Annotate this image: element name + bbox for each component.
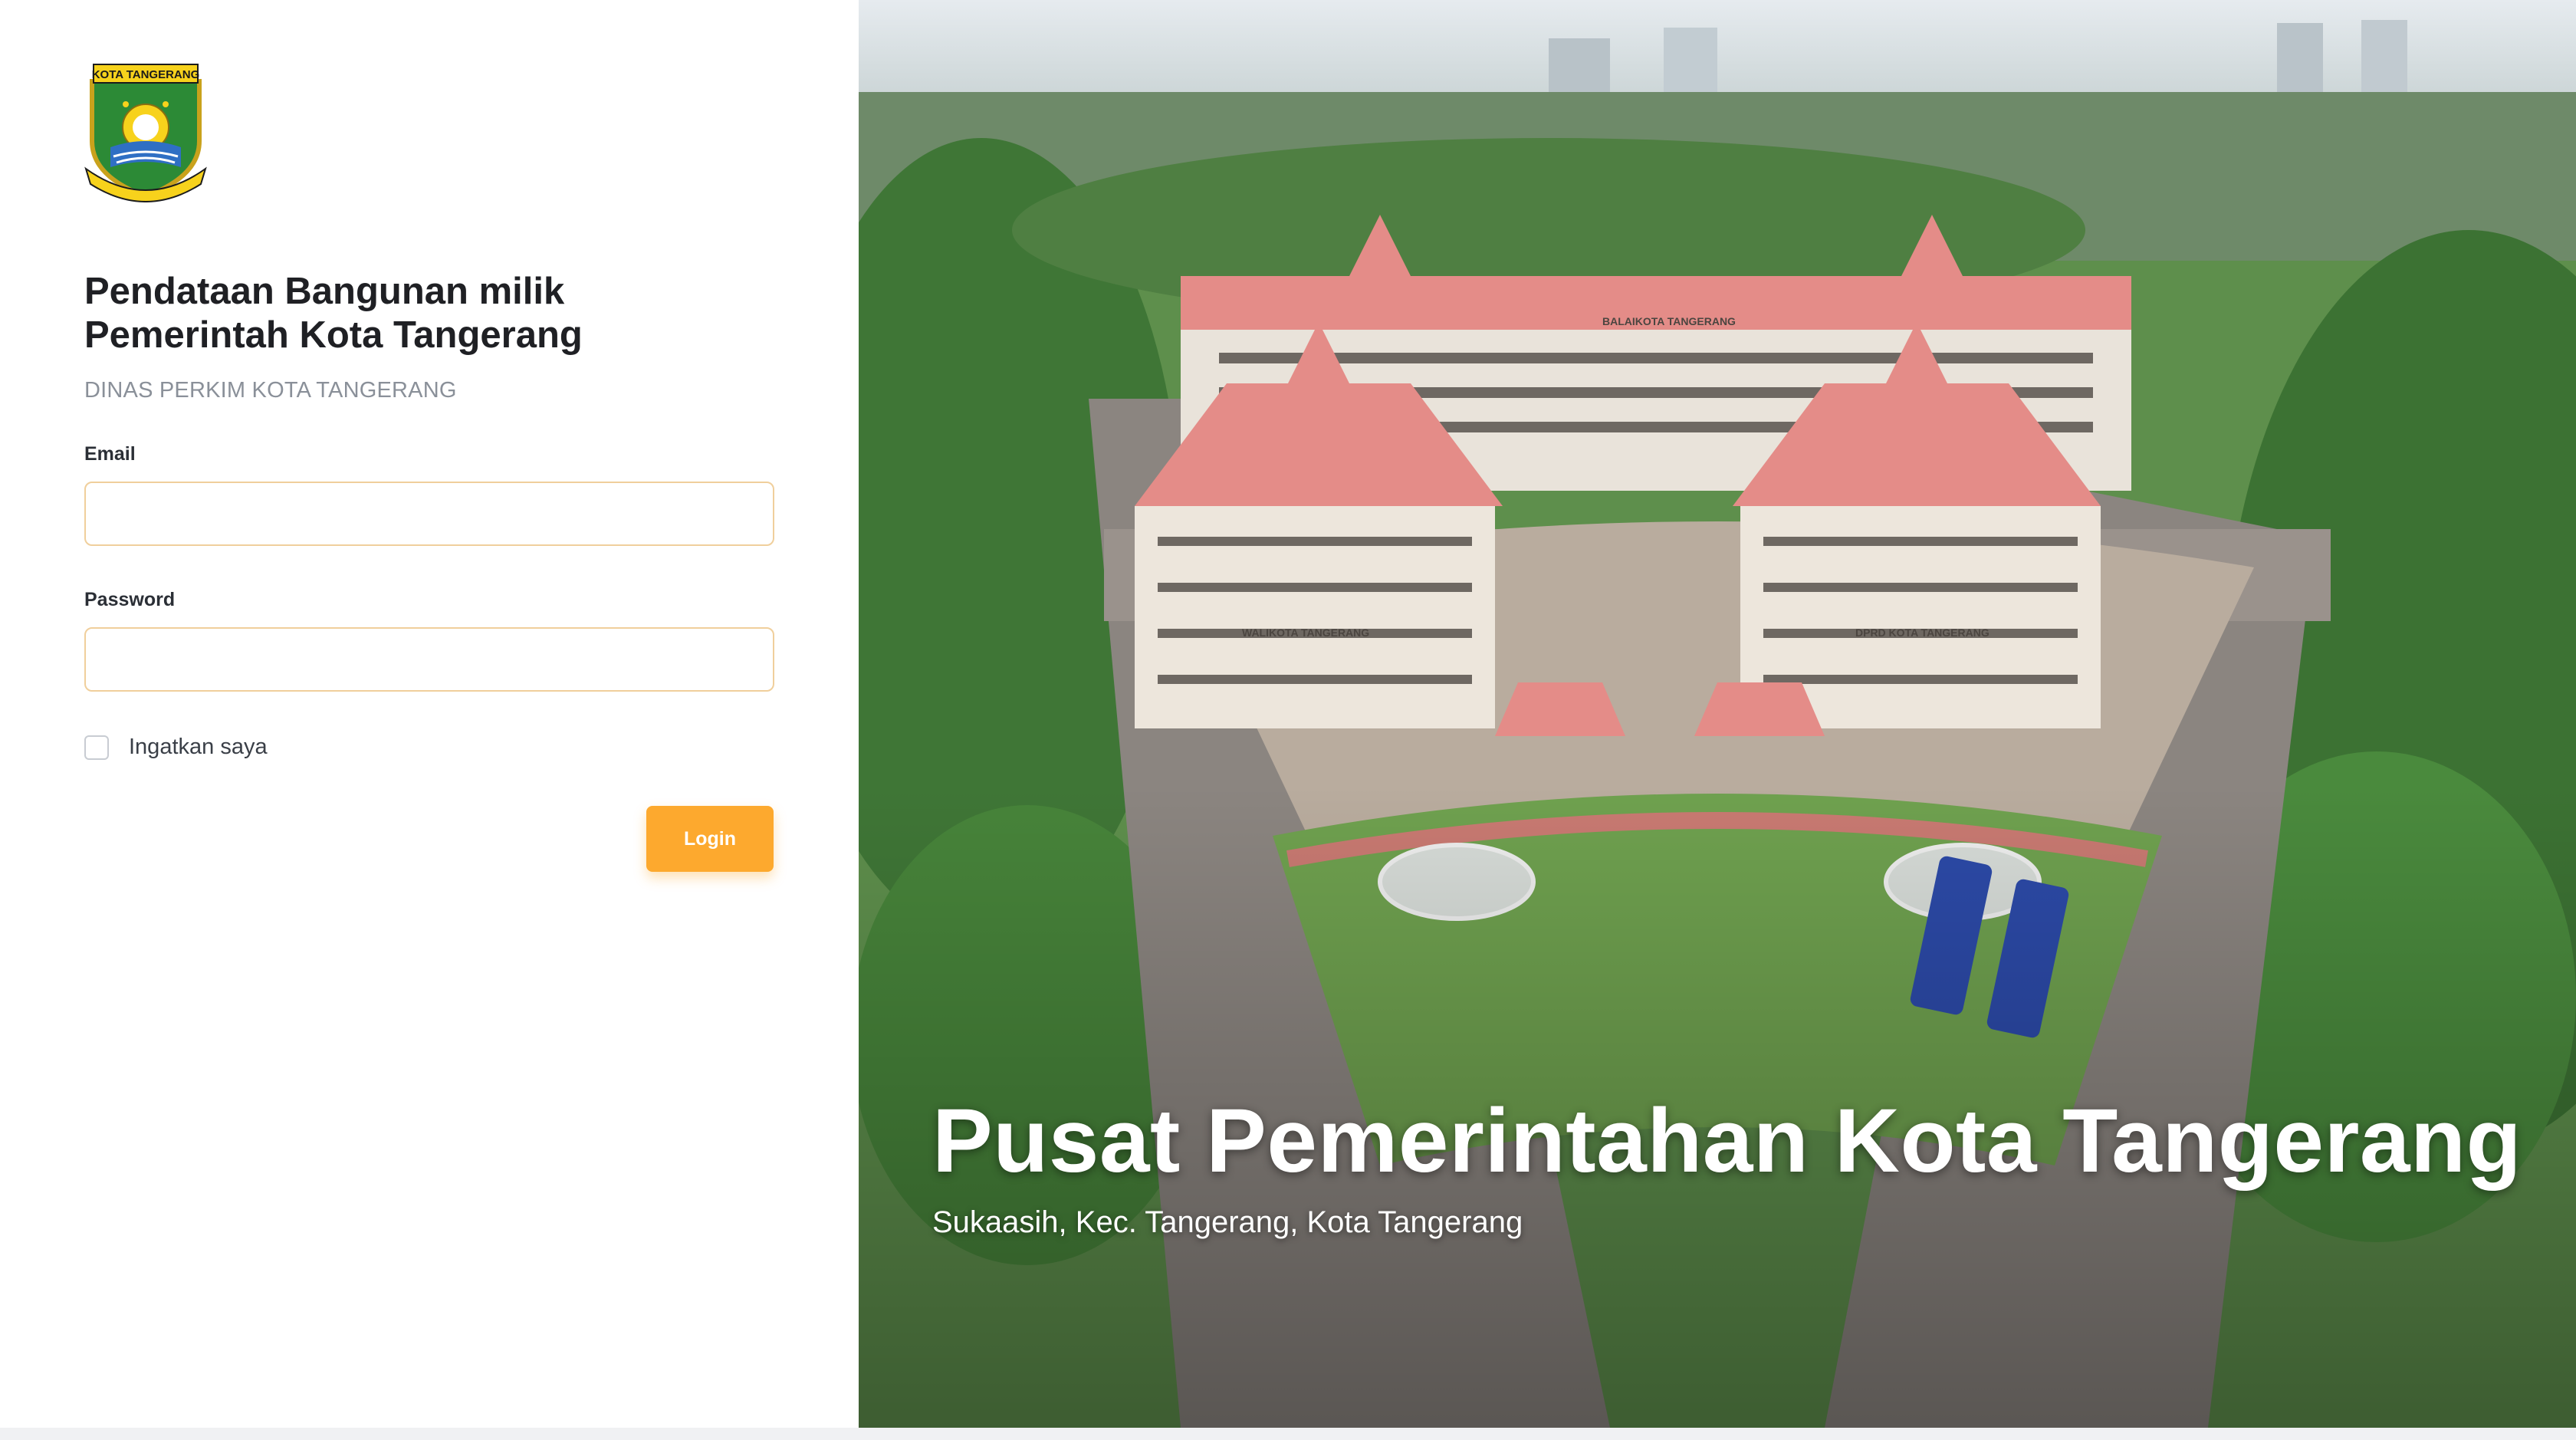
hero-subtitle: Sukaasih, Kec. Tangerang, Kota Tangerang	[932, 1205, 1523, 1239]
building-sign-walikota: WALIKOTA TANGERANG	[1242, 626, 1369, 639]
page-subtitle: DINAS PERKIM KOTA TANGERANG	[84, 378, 457, 403]
email-field[interactable]	[84, 482, 774, 546]
building-sign-dprd: DPRD KOTA TANGERANG	[1855, 626, 1990, 639]
svg-text:KOTA TANGERANG: KOTA TANGERANG	[92, 68, 200, 81]
remember-me-checkbox[interactable]	[84, 735, 109, 760]
bottom-strip	[0, 1428, 2576, 1440]
building-sign-balaikota: BALAIKOTA TANGERANG	[1602, 315, 1736, 327]
remember-me[interactable]: Ingatkan saya	[84, 735, 268, 760]
hero-panel: BALAIKOTA TANGERANG WALIKOTA TANGERANG D…	[859, 0, 2576, 1428]
password-label: Password	[84, 589, 176, 610]
page-title: Pendataan Bangunan milik Pemerintah Kota…	[84, 271, 583, 356]
login-panel: KOTA TANGERANG Pendataan Bangunan milik …	[0, 0, 859, 1428]
kota-tangerang-emblem-logo: KOTA TANGERANG	[84, 64, 207, 202]
remember-me-label[interactable]: Ingatkan saya	[129, 735, 268, 760]
hero-title: Pusat Pemerintahan Kota Tangerang	[932, 1090, 2522, 1192]
login-button[interactable]: Login	[646, 806, 774, 872]
password-field[interactable]	[84, 627, 774, 692]
email-label: Email	[84, 443, 136, 465]
